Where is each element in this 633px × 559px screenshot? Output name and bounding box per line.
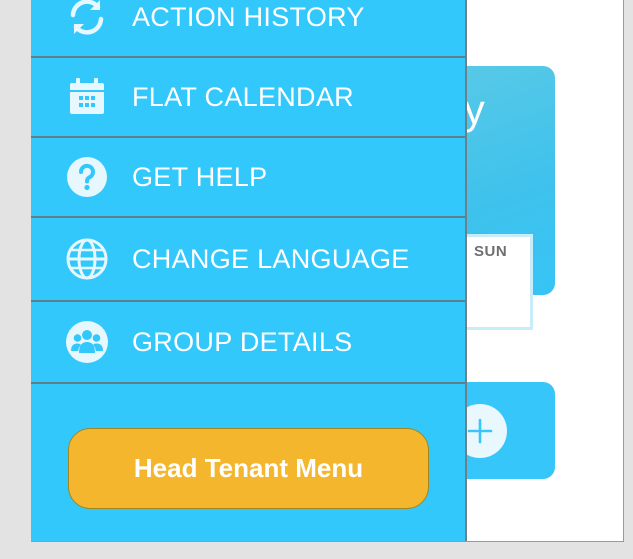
head-tenant-menu-button[interactable]: Head Tenant Menu (68, 428, 429, 509)
menu-item-change-language[interactable]: CHANGE LANGUAGE (31, 218, 465, 302)
menu-label-flat-calendar: FLAT CALENDAR (132, 81, 354, 112)
menu-label-group-details: GROUP DETAILS (132, 326, 353, 357)
day-label-sunday: SUN (474, 243, 508, 260)
menu-item-flat-calendar[interactable]: FLAT CALENDAR (31, 58, 465, 138)
menu-label-action-history: ACTION HISTORY (132, 1, 365, 32)
globe-icon (65, 237, 109, 281)
menu-label-get-help: GET HELP (132, 161, 268, 192)
group-icon (65, 320, 109, 364)
help-icon (65, 155, 109, 199)
menu-item-group-details[interactable]: GROUP DETAILS (31, 302, 465, 384)
refresh-icon (65, 0, 109, 39)
navigation-drawer: ACTION HISTORY FLAT CALENDAR GET HELP CH… (31, 0, 467, 541)
menu-item-action-history[interactable]: ACTION HISTORY (31, 0, 465, 58)
menu-label-change-language: CHANGE LANGUAGE (132, 243, 410, 274)
plus-icon (467, 418, 493, 444)
menu-item-get-help[interactable]: GET HELP (31, 138, 465, 218)
calendar-icon (65, 75, 109, 119)
